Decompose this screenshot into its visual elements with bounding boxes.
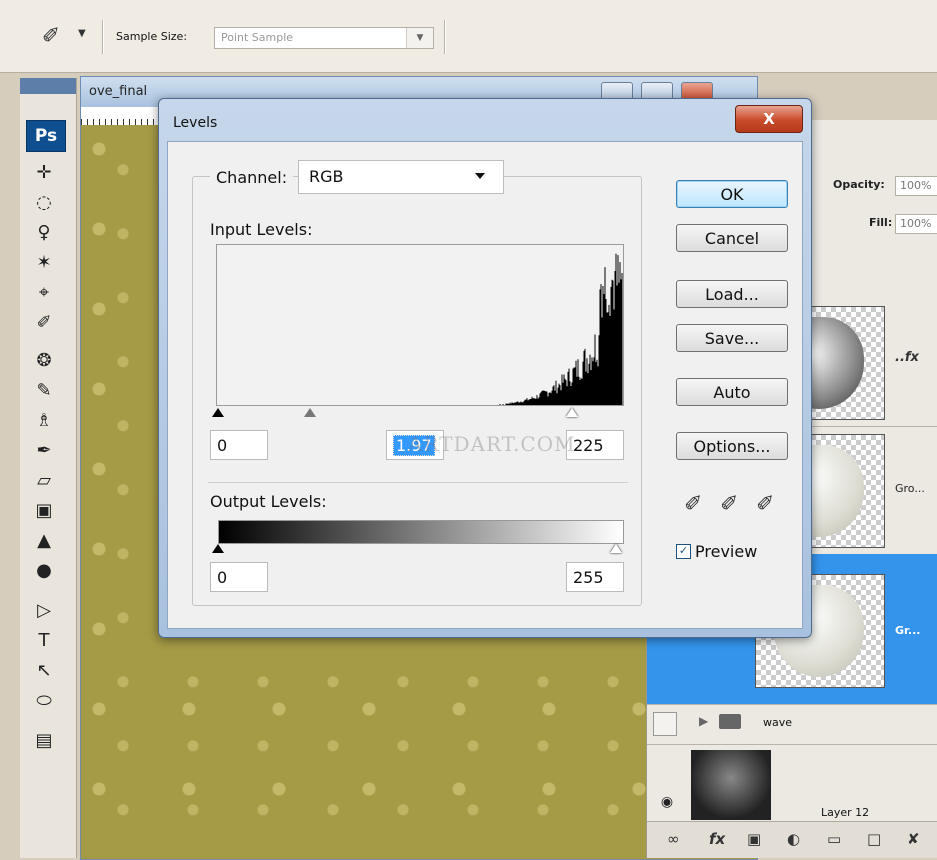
histogram (216, 244, 624, 406)
levels-dialog: Levels X Channel: RGB Input Levels: 0 1.… (158, 98, 812, 638)
output-levels-label: Output Levels: (210, 492, 327, 511)
checkbox-icon[interactable]: ✓ (676, 544, 691, 559)
close-button[interactable]: X (735, 105, 803, 133)
layer-thumbnail (691, 750, 771, 820)
visibility-toggle[interactable] (653, 712, 677, 736)
dialog-title: Levels (173, 115, 218, 131)
tool-preset-dropdown[interactable]: ▼ (78, 28, 86, 39)
type-tool-icon[interactable]: T (28, 628, 60, 654)
notes-tool-icon[interactable]: ▤ (28, 728, 60, 754)
output-white-field[interactable]: 255 (566, 562, 624, 592)
photoshop-logo[interactable]: Ps (26, 120, 66, 152)
eyedropper-icon[interactable]: ✐ (38, 24, 64, 50)
ok-button[interactable]: OK (676, 180, 788, 208)
trash-icon[interactable]: ✘ (907, 830, 920, 848)
layer-name: Gr... (895, 624, 921, 637)
toolbox: Ps ✛ ◌ ♀ ✶ ⌖ ✐ ❂ ✎ ♗ ✒ ▱ ▣ ▲ ● ▷ T ↖ ⬭ ▤ (20, 78, 77, 858)
cancel-button[interactable]: Cancel (676, 224, 788, 252)
direct-selection-icon[interactable]: ↖ (28, 658, 60, 684)
eye-icon[interactable]: ◉ (653, 788, 681, 816)
new-layer-icon[interactable]: □ (867, 830, 881, 848)
adjustment-icon[interactable]: ◐ (787, 830, 800, 848)
channel-label: Channel: (210, 168, 294, 187)
marquee-tool-icon[interactable]: ◌ (28, 190, 60, 216)
eraser-tool-icon[interactable]: ▱ (28, 468, 60, 494)
layer-row[interactable]: ◉ Layer 12 (647, 744, 937, 824)
load-button[interactable]: Load... (676, 280, 788, 308)
brush-tool-icon[interactable]: ✎ (28, 378, 60, 404)
options-bar: ✐ ▼ Sample Size: Point Sample ▼ (0, 0, 937, 73)
layer-group-row[interactable]: ▶ wave (647, 704, 937, 745)
sample-size-value: Point Sample (221, 31, 294, 44)
crop-tool-icon[interactable]: ⌖ (28, 280, 60, 306)
options-button[interactable]: Options... (676, 432, 788, 460)
preview-label: Preview (695, 542, 758, 561)
opacity-label: Opacity: (833, 178, 885, 191)
input-levels-label: Input Levels: (210, 220, 313, 239)
blur-tool-icon[interactable]: ▲ (28, 528, 60, 554)
dialog-body: Channel: RGB Input Levels: 0 1.97 225 AR… (167, 141, 803, 629)
shape-tool-icon[interactable]: ⬭ (28, 688, 60, 714)
chevron-down-icon[interactable]: ▼ (406, 28, 433, 48)
auto-button[interactable]: Auto (676, 378, 788, 406)
output-black-slider[interactable] (212, 544, 224, 553)
fill-input[interactable]: 100% (895, 214, 937, 234)
history-brush-icon[interactable]: ✒ (28, 438, 60, 464)
output-white-slider[interactable] (610, 544, 622, 553)
move-tool-icon[interactable]: ✛ (28, 160, 60, 186)
sample-size-label: Sample Size: (116, 30, 188, 43)
sample-size-select[interactable]: Point Sample ▼ (214, 27, 434, 49)
path-selection-icon[interactable]: ▷ (28, 598, 60, 624)
fill-label: Fill: (869, 216, 893, 229)
layer-effects-icon[interactable]: ..fx (895, 350, 919, 365)
input-black-field[interactable]: 0 (210, 430, 268, 460)
document-title: ove_final (89, 84, 148, 99)
magic-wand-icon[interactable]: ✶ (28, 250, 60, 276)
gamma-slider[interactable] (304, 408, 316, 417)
output-gradient-bar (218, 520, 624, 544)
healing-brush-icon[interactable]: ❂ (28, 348, 60, 374)
channel-select[interactable]: RGB (298, 160, 504, 194)
toolbox-grip[interactable] (20, 78, 76, 94)
divider (208, 482, 628, 483)
expand-arrow-icon[interactable]: ▶ (699, 714, 708, 728)
black-point-slider[interactable] (212, 408, 224, 417)
fx-icon[interactable]: fx (709, 830, 725, 848)
white-point-slider[interactable] (566, 408, 578, 417)
link-icon[interactable]: ∞ (667, 830, 680, 848)
folder-icon (719, 714, 741, 729)
save-button[interactable]: Save... (676, 324, 788, 352)
eyedropper-tool-icon[interactable]: ✐ (28, 310, 60, 336)
layer-name: Layer 12 (821, 806, 870, 819)
watermark: ARTDART.COM (408, 432, 576, 456)
mask-icon[interactable]: ▣ (747, 830, 761, 848)
channel-value: RGB (309, 167, 344, 186)
divider (102, 20, 104, 54)
chevron-down-icon[interactable] (475, 173, 485, 179)
folder-icon[interactable]: ▭ (827, 830, 841, 848)
input-slider-track[interactable] (212, 406, 622, 422)
output-black-field[interactable]: 0 (210, 562, 268, 592)
gray-eyedropper-icon[interactable]: ✐ (720, 492, 738, 517)
dodge-tool-icon[interactable]: ● (28, 558, 60, 584)
opacity-input[interactable]: 100% (895, 176, 937, 196)
divider (444, 20, 446, 54)
gradient-tool-icon[interactable]: ▣ (28, 498, 60, 524)
white-eyedropper-icon[interactable]: ✐ (756, 492, 774, 517)
clone-stamp-icon[interactable]: ♗ (28, 408, 60, 434)
layers-bottom-bar: ∞ fx ▣ ◐ ▭ □ ✘ (647, 821, 937, 858)
layer-name: wave (763, 716, 793, 729)
layer-name: Gro... (895, 482, 925, 495)
lasso-tool-icon[interactable]: ♀ (28, 220, 60, 246)
black-eyedropper-icon[interactable]: ✐ (684, 492, 702, 517)
